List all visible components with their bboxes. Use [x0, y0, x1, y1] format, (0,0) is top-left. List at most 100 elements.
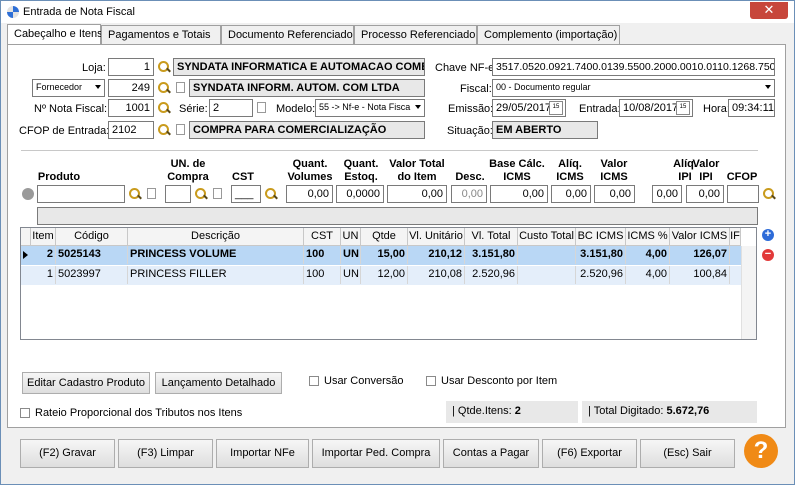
hora-input[interactable]: 09:34:11 — [728, 99, 775, 117]
tab-cabecalho[interactable]: Cabeçalho e Itens — [7, 24, 103, 45]
un-doc-icon[interactable] — [213, 188, 222, 199]
vtot-input[interactable]: 0,00 — [387, 185, 447, 203]
vicms-input[interactable]: 0,00 — [594, 185, 635, 203]
cfop-input[interactable]: 2102 — [108, 121, 154, 139]
produto-search-icon[interactable] — [129, 188, 141, 200]
close-button[interactable]: ✕ — [750, 2, 788, 19]
table-row[interactable]: 1 5023997 PRINCESS FILLER 100 UN 12,00 2… — [21, 266, 741, 285]
modelo-select[interactable]: 55 -> Nf-e - Nota Fisca — [315, 99, 425, 117]
cfop-doc-icon[interactable] — [176, 124, 185, 135]
grid-scrollbar[interactable] — [741, 246, 756, 339]
tab-documento-referenciado[interactable]: Documento Referenciado — [221, 25, 354, 45]
cell-vicms: 100,84 — [670, 266, 730, 284]
cell-icmsp: 4,00 — [626, 266, 670, 284]
vicms-header: Valor ICMS — [600, 158, 628, 183]
chave-nfe-input[interactable]: 3517.0520.0921.7400.0139.5500.2000.0010.… — [492, 58, 775, 76]
gravar-button[interactable]: (F2) Gravar — [20, 439, 115, 468]
produto-header: Produto — [37, 171, 81, 183]
tab-complemento[interactable]: Complemento (importação) — [477, 25, 620, 45]
cst-header: CST — [232, 171, 254, 183]
fornecedor-code-input[interactable]: 249 — [108, 79, 154, 97]
col-icmsp[interactable]: ICMS % — [626, 228, 670, 246]
serie-label: Série: — [179, 103, 208, 115]
remove-item-icon[interactable]: − — [762, 249, 774, 261]
fornecedor-select-value: Fornecedor — [36, 82, 83, 92]
importar-nfe-button[interactable]: Importar NFe — [216, 439, 309, 468]
add-item-icon[interactable]: + — [762, 229, 774, 241]
col-descricao[interactable]: Descrição — [128, 228, 304, 246]
entrada-label: Entrada: — [579, 103, 621, 115]
col-vicms[interactable]: Valor ICMS — [670, 228, 730, 246]
produto-input[interactable] — [37, 185, 125, 203]
usar-conversao-label: Usar Conversão — [324, 375, 404, 387]
vipi-input[interactable]: 0,00 — [686, 185, 724, 203]
chevron-down-icon — [95, 85, 101, 89]
col-qtde[interactable]: Qtde — [361, 228, 408, 246]
editar-cadastro-button[interactable]: Editar Cadastro Produto — [22, 372, 150, 394]
usar-desconto-checkbox[interactable] — [426, 376, 436, 386]
rateio-checkbox[interactable] — [20, 408, 30, 418]
col-vlunit[interactable]: Vl. Unitário — [408, 228, 465, 246]
fornecedor-select[interactable]: Fornecedor — [32, 79, 105, 97]
loja-search-icon[interactable] — [158, 61, 170, 73]
items-grid[interactable]: Item Código Descrição CST UN Qtde Vl. Un… — [20, 227, 757, 340]
situacao-label: Situação: — [447, 125, 493, 137]
total-digitado-value: 5.672,76 — [666, 405, 710, 417]
cfop-item-search-icon[interactable] — [763, 188, 775, 200]
loja-code-input[interactable]: 1 — [108, 58, 154, 76]
cell-codigo: 5023997 — [56, 266, 128, 284]
col-codigo[interactable]: Código — [56, 228, 128, 246]
cell-vlunit: 210,08 — [408, 266, 465, 284]
importar-pedido-button[interactable]: Importar Ped. Compra — [312, 439, 440, 468]
col-item[interactable]: Item — [31, 228, 56, 246]
serie-input[interactable]: 2 — [209, 99, 253, 117]
app-icon — [7, 6, 19, 18]
cell-bcicms: 3.151,80 — [576, 246, 626, 264]
qvol-input[interactable]: 0,00 — [286, 185, 333, 203]
aliqicms-input[interactable]: 0,00 — [551, 185, 591, 203]
emissao-calendar-icon[interactable]: 15 — [549, 101, 563, 115]
cell-vltotal: 2.520,96 — [465, 266, 518, 284]
cell-icmsp: 4,00 — [626, 246, 670, 264]
table-row[interactable]: 2 5025143 PRINCESS VOLUME 100 UN 15,00 2… — [21, 246, 741, 265]
tab-processo-referenciado[interactable]: Processo Referenciado — [354, 25, 477, 45]
fiscal-select[interactable]: 00 - Documento regular — [492, 79, 775, 97]
limpar-button[interactable]: (F3) Limpar — [118, 439, 213, 468]
cst-input[interactable]: ___ — [231, 185, 261, 203]
produto-doc-icon[interactable] — [147, 188, 156, 199]
nf-number-input[interactable]: 1001 — [108, 99, 154, 117]
modelo-select-value: 55 -> Nf-e - Nota Fisca — [319, 102, 411, 112]
serie-doc-icon[interactable] — [257, 102, 266, 113]
cell-descricao: PRINCESS VOLUME — [128, 246, 304, 264]
aliqipi-input[interactable]: 0,00 — [652, 185, 682, 203]
desc-input[interactable]: 0,00 — [451, 185, 487, 203]
remove-entry-icon[interactable] — [22, 188, 34, 200]
fiscal-label: Fiscal: — [460, 83, 492, 95]
cfop-item-input[interactable] — [727, 185, 759, 203]
cell-un: UN — [341, 266, 361, 284]
nf-search-icon[interactable] — [158, 102, 170, 114]
col-ipi[interactable]: IF — [730, 228, 741, 246]
fornecedor-search-icon[interactable] — [158, 82, 170, 94]
un-search-icon[interactable] — [195, 188, 207, 200]
col-vltotal[interactable]: Vl. Total — [465, 228, 518, 246]
col-cst[interactable]: CST — [304, 228, 341, 246]
col-custo[interactable]: Custo Total — [518, 228, 576, 246]
bcicms-input[interactable]: 0,00 — [490, 185, 548, 203]
cst-search-icon[interactable] — [265, 188, 277, 200]
help-icon[interactable]: ? — [744, 434, 778, 468]
contas-a-pagar-button[interactable]: Contas a Pagar — [443, 439, 539, 468]
cfop-search-icon[interactable] — [158, 124, 170, 136]
lancamento-detalhado-button[interactable]: Lançamento Detalhado — [155, 372, 282, 394]
fornecedor-doc-icon[interactable] — [176, 82, 185, 93]
col-bcicms[interactable]: BC ICMS — [576, 228, 626, 246]
sair-button[interactable]: (Esc) Sair — [640, 439, 735, 468]
tab-pagamentos[interactable]: Pagamentos e Totais — [101, 25, 221, 45]
usar-conversao-checkbox[interactable] — [309, 376, 319, 386]
exportar-button[interactable]: (F6) Exportar — [542, 439, 637, 468]
qtde-itens-value: 2 — [514, 405, 521, 417]
col-un[interactable]: UN — [341, 228, 361, 246]
qest-input[interactable]: 0,0000 — [336, 185, 384, 203]
entrada-calendar-icon[interactable]: 15 — [676, 101, 690, 115]
un-input[interactable] — [165, 185, 191, 203]
